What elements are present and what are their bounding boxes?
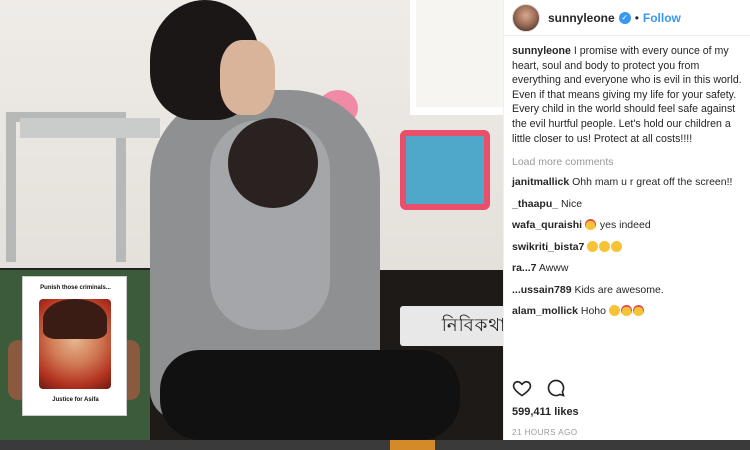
poster-bottom-text: Justice for Asifa [52, 397, 99, 403]
inset-protest-photo: Punish those criminals... Justice for As… [0, 268, 150, 450]
comment-text: Nice [561, 197, 583, 210]
sunglasses-emoji-icon [608, 305, 620, 317]
heart-eyes-emoji-icon [620, 305, 632, 317]
photo-toy-box [400, 130, 490, 210]
verified-badge-icon: ✓ [618, 11, 631, 24]
photo-child-head [228, 118, 318, 208]
comment-username[interactable]: alam_mollick [512, 305, 578, 317]
comment-item: janitmallick Ohh mam u r great off the s… [512, 176, 742, 190]
comment-item: wafa_quraishi yes indeed [512, 219, 742, 233]
caption: sunnyleone I promise with every ounce of… [512, 44, 742, 146]
post-header: sunnyleone ✓ • Follow [504, 0, 750, 36]
poster-portrait-hair [43, 299, 107, 339]
comment-username[interactable]: wafa_quraishi [512, 219, 582, 231]
photo-legs [160, 350, 460, 440]
photo-window [410, 0, 503, 115]
photo-chair-seat [20, 118, 160, 138]
comment-text: Awww [538, 262, 569, 275]
comment-username[interactable]: ...ussain789 [512, 284, 572, 296]
crying-emoji-icon [599, 240, 611, 252]
heart-eyes-emoji-icon [632, 305, 644, 317]
action-bar [512, 376, 742, 400]
like-heart-icon[interactable] [512, 378, 532, 398]
comment-text: Ohh mam u r great off the screen!! [572, 176, 733, 189]
separator-dot: • [634, 10, 639, 25]
avatar[interactable] [512, 3, 540, 32]
bottom-strip [0, 440, 750, 450]
comment-username[interactable]: ra...7 [512, 262, 537, 274]
protest-poster: Punish those criminals... Justice for As… [22, 276, 127, 416]
follow-button[interactable]: Follow [643, 11, 681, 25]
comment-bubble-icon[interactable] [546, 378, 566, 398]
comment-item: _thaapu_ Nice [512, 198, 742, 212]
comment-username[interactable]: _thaapu_ [512, 198, 558, 210]
comment-item: alam_mollick Hoho [512, 305, 742, 319]
post-panel: sunnyleone ✓ • Follow sunnyleone I promi… [503, 0, 750, 450]
photo-woman-face [220, 40, 275, 115]
likes-count[interactable]: 599,411 likes [512, 406, 579, 418]
comment-item: ...ussain789 Kids are awesome. [512, 284, 742, 298]
comment-item: swikriti_bista7 [512, 240, 742, 255]
load-more-comments-button[interactable]: Load more comments [512, 156, 742, 168]
header-username[interactable]: sunnyleone [548, 11, 615, 25]
crying-emoji-icon [611, 240, 623, 252]
comment-text: Kids are awesome. [574, 283, 664, 296]
caption-text: I promise with every ounce of my heart, … [512, 45, 742, 145]
poster-top-text: Punish those criminals... [40, 285, 111, 291]
crying-emoji-icon [587, 240, 599, 252]
comment-text: Hoho [580, 305, 606, 318]
comment-username[interactable]: swikriti_bista7 [512, 241, 584, 253]
comment-item: ra...7 Awww [512, 262, 742, 276]
comment-text: yes indeed [599, 219, 651, 232]
post-timestamp: 21 HOURS AGO [512, 428, 578, 437]
post-body: sunnyleone I promise with every ounce of… [504, 36, 750, 319]
caption-username[interactable]: sunnyleone [512, 45, 571, 57]
comment-username[interactable]: janitmallick [512, 176, 569, 188]
heart-eyes-emoji-icon [584, 219, 596, 231]
